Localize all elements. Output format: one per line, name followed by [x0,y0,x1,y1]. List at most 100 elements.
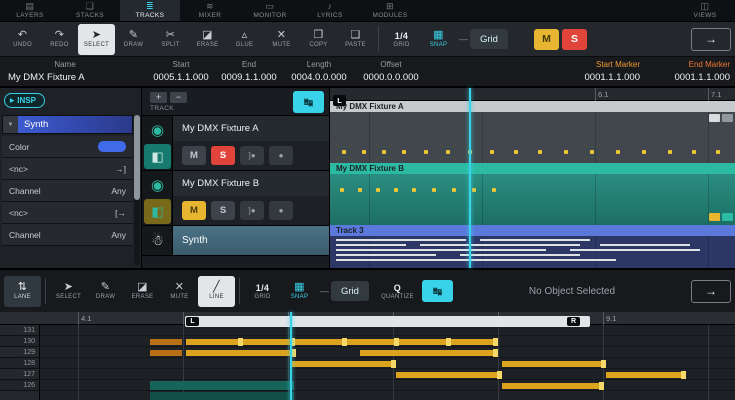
route-button[interactable]: ]● [240,201,264,220]
route-button[interactable]: ]● [240,146,264,165]
track-row-fixture-b[interactable]: ◉ ◧ My DMX Fixture B M S ]● ● [142,171,329,226]
clip-header[interactable]: My DMX Fixture B [330,163,735,174]
master-mute-button[interactable]: M [534,29,559,50]
track-type-icon[interactable]: ◉ [144,172,171,197]
editor-line-button[interactable]: ╱LINE [198,276,235,307]
track-name[interactable]: My DMX Fixture A [173,116,329,141]
record-enable-button[interactable]: ● [269,146,293,165]
event-dot [716,150,720,154]
loop-end-marker[interactable]: R [567,317,580,326]
inspector-toggle[interactable]: ▶INSP [4,93,45,108]
name-value[interactable]: My DMX Fixture A [8,72,138,83]
editor-mute-button[interactable]: ✕MUTE [161,276,198,307]
lane-3-body[interactable] [330,236,735,268]
timeline-area[interactable]: 6.17.1 L My DMX Fixture A My DMX Fixture… [330,88,735,268]
lane-button[interactable]: ⇅LANE [4,276,41,307]
timeline-lane-fixture-b[interactable]: My DMX Fixture B [330,163,735,225]
tab-stacks[interactable]: ❏STACKS [60,0,120,21]
snap-button[interactable]: ▦SNAP [420,24,457,55]
length-value[interactable]: 0004.0.0.000 [286,72,352,83]
lane-mute-button[interactable] [709,114,720,122]
record-enable-button[interactable]: ● [269,201,293,220]
track-name[interactable]: My DMX Fixture B [173,171,329,196]
timeline-ruler[interactable]: 6.17.1 [330,88,735,101]
select-tool-button[interactable]: ➤SELECT [78,24,115,55]
remove-track-button[interactable]: − [170,92,187,103]
lane-solo-button[interactable] [722,213,733,221]
track-name[interactable]: Synth [173,226,329,255]
add-track-button[interactable]: + [150,92,167,103]
quantize-button[interactable]: QQUANTIZE [379,276,416,307]
end-value[interactable]: 0009.1.1.000 [218,72,280,83]
tab-tracks[interactable]: ≣TRACKS [120,0,180,21]
solo-button[interactable]: S [211,146,235,165]
event-dot [590,150,594,154]
redo-button[interactable]: ↷REDO [41,24,78,55]
loop-start-marker[interactable]: L [186,317,199,326]
track-selector[interactable]: ▼ Synth [2,115,133,134]
editor-grid-value-button[interactable]: 1/4GRID [244,276,281,307]
tab-mixer[interactable]: ≋MIXER [180,0,240,21]
property-row-output[interactable]: <nc>[→ [2,202,133,224]
property-row-channel-out[interactable]: ChannelAny [2,224,133,246]
editor-snap-button[interactable]: ▦SNAP [281,276,318,307]
note-area[interactable] [40,325,735,400]
glue-tool-button[interactable]: ▵GLUE [226,24,263,55]
solo-button[interactable]: S [211,201,235,220]
tab-modules[interactable]: ⊞MODULES [360,0,420,21]
lane-controls[interactable] [709,114,733,122]
clip-header[interactable]: Track 3 [330,225,735,236]
track-row-fixture-a[interactable]: ◉ ◧ My DMX Fixture A M S ]● ● [142,116,329,171]
fixture-icon[interactable]: ◧ [144,144,171,169]
mute-button[interactable]: M [182,201,206,220]
undo-button[interactable]: ↶UNDO [4,24,41,55]
loop-region[interactable]: L R [185,316,590,327]
lane-mute-button[interactable] [709,213,720,221]
editor-erase-button[interactable]: ◪ERASE [124,276,161,307]
draw-tool-button[interactable]: ✎DRAW [115,24,152,55]
editor-select-button[interactable]: ➤SELECT [50,276,87,307]
grid-value-button[interactable]: 1/4GRID [383,24,420,55]
editor-grid-mode-select[interactable]: Grid [331,281,369,301]
lane-a-body[interactable] [330,112,735,163]
color-swatch[interactable] [98,141,126,152]
erase-tool-button[interactable]: ◪ERASE [189,24,226,55]
scrollbar-thumb[interactable] [134,115,140,200]
clip-header[interactable]: My DMX Fixture A [330,101,735,112]
paste-button[interactable]: ❏PASTE [337,24,374,55]
track-type-icon[interactable]: ◉ [144,117,171,142]
fixture-icon[interactable]: ◧ [144,199,171,224]
editor-tool-button[interactable]: ↹ [422,280,453,302]
property-row-input[interactable]: <nc>→] [2,158,133,180]
track-row-synth[interactable]: ☃ Synth [142,226,329,256]
property-row-color[interactable]: Color [2,136,133,158]
editor-draw-button[interactable]: ✎DRAW [87,276,124,307]
end-marker-value[interactable]: 0001.1.1.000 [648,72,730,83]
property-row-channel-in[interactable]: ChannelAny [2,180,133,202]
track-tool-button[interactable]: ↹ [293,91,324,113]
left-locator-marker[interactable]: L [333,95,346,106]
tab-lyrics[interactable]: ♪LYRICS [300,0,360,21]
timeline-lane-track-3[interactable]: Track 3 [330,225,735,268]
grid-mode-select[interactable]: Grid [470,29,508,49]
editor-playhead[interactable] [290,312,292,400]
inspector-scrollbar[interactable] [134,115,140,265]
master-solo-button[interactable]: S [562,29,587,50]
copy-button[interactable]: ❐COPY [300,24,337,55]
mute-button[interactable]: M [182,146,206,165]
tab-monitor[interactable]: ▭MONITOR [240,0,300,21]
split-tool-button[interactable]: ✂SPLIT [152,24,189,55]
lane-controls[interactable] [709,213,733,221]
mute-tool-button[interactable]: ✕MUTE [263,24,300,55]
start-marker-value[interactable]: 0001.1.1.000 [540,72,640,83]
timeline-lane-fixture-a[interactable]: My DMX Fixture A [330,101,735,163]
offset-value[interactable]: 0000.0.0.000 [356,72,426,83]
playhead[interactable] [469,88,471,268]
next-button[interactable]: → [691,28,731,51]
start-value[interactable]: 0005.1.1.000 [150,72,212,83]
editor-next-button[interactable]: → [691,280,731,303]
lane-b-body[interactable] [330,174,735,225]
lane-solo-button[interactable] [722,114,733,122]
tab-layers[interactable]: ▤LAYERS [0,0,60,21]
tab-views[interactable]: ◫VIEWS [675,0,735,21]
